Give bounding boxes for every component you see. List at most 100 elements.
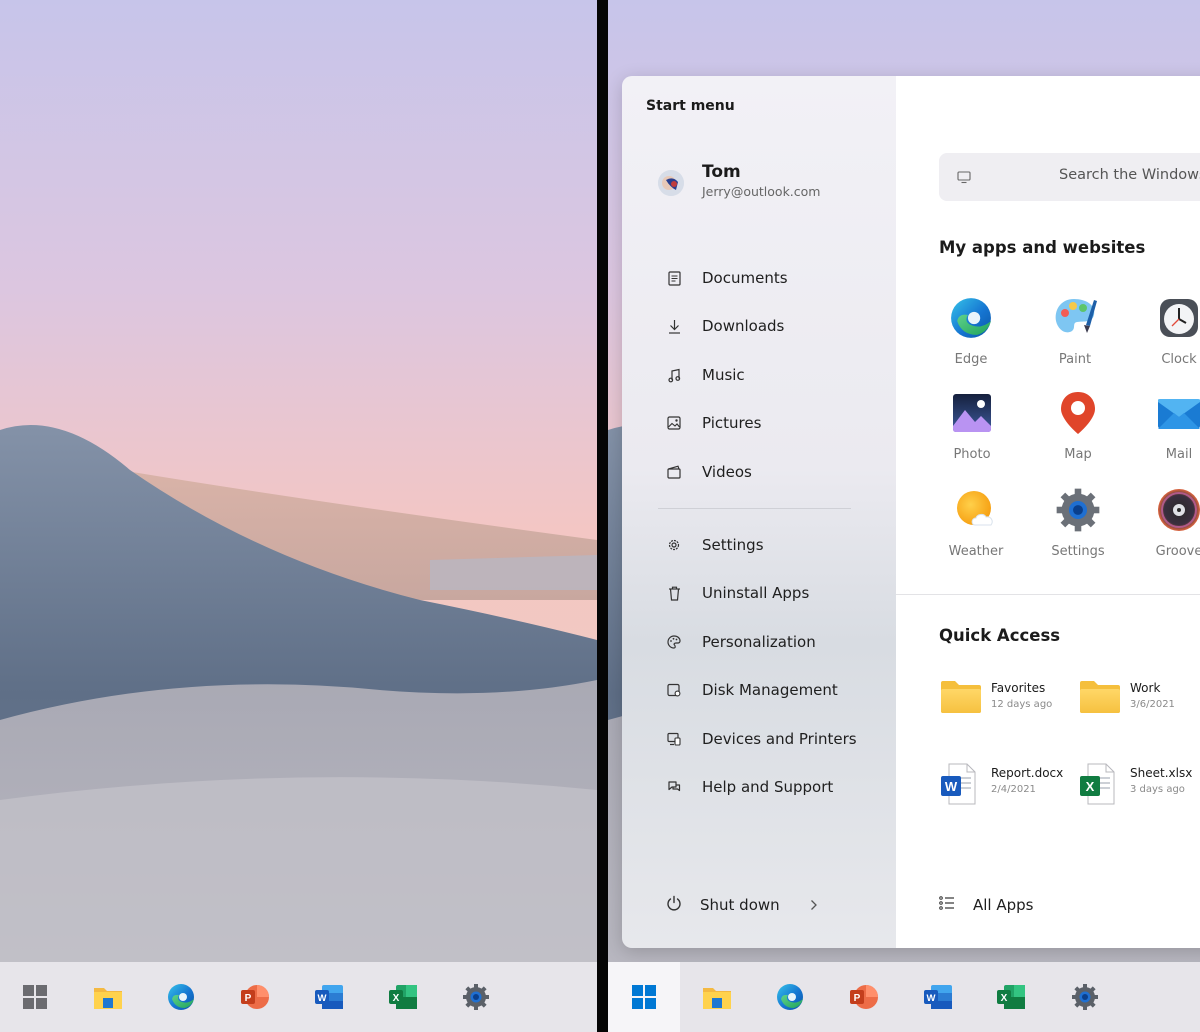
clock-icon <box>1155 294 1200 342</box>
sidebar-item-label: Help and Support <box>702 778 834 796</box>
sidebar-item-settings[interactable]: Settings <box>666 530 764 560</box>
desktop-right: Start menu Tom Jerry@outlook.com Documen… <box>608 0 1200 1032</box>
shutdown-button[interactable]: Shut down <box>666 890 818 920</box>
svg-text:P: P <box>245 993 252 1004</box>
sidebar-item-pictures[interactable]: Pictures <box>666 408 761 438</box>
search-box[interactable]: Search the Windows <box>939 153 1200 201</box>
powerpoint-icon[interactable]: P <box>844 977 884 1017</box>
map-icon <box>1054 389 1102 437</box>
excel-icon[interactable]: X <box>991 977 1031 1017</box>
videos-icon <box>666 464 682 480</box>
file-explorer-icon[interactable] <box>88 977 128 1017</box>
edge-icon[interactable] <box>161 977 201 1017</box>
groove-icon <box>1155 486 1200 534</box>
app-groove[interactable]: Groove <box>1139 486 1200 559</box>
svg-text:P: P <box>854 993 861 1004</box>
app-settings[interactable]: Settings <box>1038 486 1118 559</box>
app-label: Settings <box>1051 544 1105 559</box>
apps-section-title: My apps and websites <box>939 238 1146 257</box>
word-icon[interactable]: W <box>918 977 958 1017</box>
list-icon <box>939 895 955 915</box>
mail-icon <box>1155 389 1200 437</box>
sidebar-item-label: Disk Management <box>702 681 838 699</box>
shutdown-label: Shut down <box>700 896 780 914</box>
quick-access-date: 2/4/2021 <box>991 784 1036 795</box>
disk-icon <box>666 682 682 698</box>
quick-access-date: 3 days ago <box>1130 784 1185 795</box>
app-weather[interactable]: Weather <box>936 486 1016 559</box>
sidebar-item-uninstall-apps[interactable]: Uninstall Apps <box>666 578 809 608</box>
app-map[interactable]: Map <box>1038 389 1118 462</box>
edge-icon[interactable] <box>770 977 810 1017</box>
sidebar-item-disk-management[interactable]: Disk Management <box>666 675 838 705</box>
settings-icon[interactable] <box>1065 977 1105 1017</box>
power-icon <box>666 895 682 915</box>
music-icon <box>666 367 682 383</box>
sidebar-item-devices-and-printers[interactable]: Devices and Printers <box>666 724 857 754</box>
file-explorer-icon[interactable] <box>697 977 737 1017</box>
user-name: Tom <box>702 162 741 182</box>
devices-icon <box>666 731 682 747</box>
windows-start-icon[interactable] <box>624 977 664 1017</box>
sidebar-item-label: Documents <box>702 269 788 287</box>
search-placeholder: Search the Windows <box>1059 167 1200 183</box>
sidebar-item-label: Personalization <box>702 633 816 651</box>
palette-icon <box>666 634 682 650</box>
trash-icon <box>666 585 682 601</box>
all-apps-label: All Apps <box>973 896 1034 914</box>
folder-icon <box>939 677 983 721</box>
pictures-icon <box>666 415 682 431</box>
panel-divider <box>597 0 608 1032</box>
sidebar-item-downloads[interactable]: Downloads <box>666 311 784 341</box>
sidebar-item-label: Downloads <box>702 317 785 335</box>
weather-icon <box>952 486 1000 534</box>
app-photo[interactable]: Photo <box>932 389 1012 462</box>
sidebar-item-documents[interactable]: Documents <box>666 263 788 293</box>
settings-icon[interactable] <box>456 977 496 1017</box>
sidebar-item-label: Videos <box>702 463 752 481</box>
photo-icon <box>948 389 996 437</box>
sidebar-item-label: Uninstall Apps <box>702 584 810 602</box>
help-icon <box>666 779 682 795</box>
all-apps-button[interactable]: All Apps <box>939 890 1033 920</box>
svg-text:W: W <box>927 993 936 1004</box>
settings-icon <box>1054 486 1102 534</box>
word-icon[interactable]: W <box>309 977 349 1017</box>
download-icon <box>666 318 682 334</box>
app-label: Photo <box>953 447 991 462</box>
user-email: Jerry@outlook.com <box>702 184 821 199</box>
app-paint[interactable]: Paint <box>1035 294 1115 367</box>
app-label: Groove <box>1155 544 1200 559</box>
quick-access-name: Report.docx <box>991 766 1064 780</box>
sidebar-item-help-and-support[interactable]: Help and Support <box>666 772 833 802</box>
excel-icon[interactable]: X <box>383 977 423 1017</box>
app-clock[interactable]: Clock <box>1139 294 1200 367</box>
start-menu-title: Start menu <box>646 98 735 114</box>
sidebar-item-videos[interactable]: Videos <box>666 457 752 487</box>
word-file-icon: W <box>939 762 983 806</box>
app-label: Paint <box>1058 352 1092 367</box>
app-edge[interactable]: Edge <box>931 294 1011 367</box>
excel-file-icon: X <box>1078 762 1122 806</box>
quick-access-title: Quick Access <box>939 626 1061 645</box>
gear-icon <box>666 537 682 553</box>
app-label: Edge <box>954 352 988 367</box>
chevron-right-icon[interactable] <box>810 896 818 915</box>
desktop-left: P W X <box>0 0 597 1032</box>
windows-start-icon[interactable] <box>15 977 55 1017</box>
sidebar-divider <box>658 508 851 509</box>
quick-access-date: 3/6/2021 <box>1130 699 1175 710</box>
app-mail[interactable]: Mail <box>1139 389 1200 462</box>
svg-text:X: X <box>393 993 400 1004</box>
start-menu-sidebar: Start menu Tom Jerry@outlook.com Documen… <box>622 76 896 948</box>
start-menu: Start menu Tom Jerry@outlook.com Documen… <box>622 76 1200 948</box>
sidebar-item-personalization[interactable]: Personalization <box>666 627 816 657</box>
taskbar: P W X <box>608 962 1200 1032</box>
sidebar-item-music[interactable]: Music <box>666 360 745 390</box>
svg-text:W: W <box>318 993 327 1004</box>
quick-access-name: Sheet.xlsx <box>1130 766 1193 780</box>
svg-text:W: W <box>945 779 958 794</box>
powerpoint-icon[interactable]: P <box>235 977 275 1017</box>
quick-access-date: 12 days ago <box>991 699 1053 710</box>
document-icon <box>666 270 682 286</box>
